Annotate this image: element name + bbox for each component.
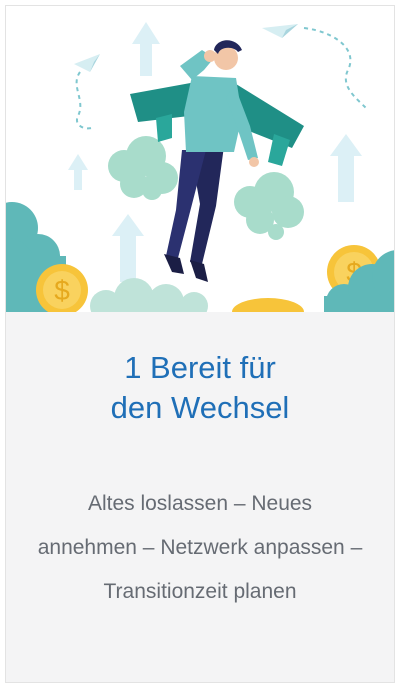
card-title: 1 Bereit für den Wechsel bbox=[6, 348, 394, 428]
cloud-icon bbox=[234, 172, 304, 240]
svg-text:$: $ bbox=[54, 275, 70, 306]
card-title-line-2: den Wechsel bbox=[110, 390, 290, 425]
card-content: 1 Bereit für den Wechsel Altes loslassen… bbox=[6, 312, 394, 682]
paper-plane-icon bbox=[74, 54, 100, 130]
card-title-line-1: 1 Bereit für bbox=[124, 350, 276, 385]
dollar-coin-icon bbox=[232, 298, 304, 312]
cloud-icon bbox=[90, 278, 208, 312]
hero-illustration: $ $ bbox=[6, 6, 394, 312]
arrow-up-icon bbox=[132, 22, 160, 76]
man-figure bbox=[164, 40, 259, 282]
cloud-icon bbox=[108, 136, 178, 200]
jetpack-man-illustration: $ $ bbox=[6, 22, 394, 312]
arrow-up-icon bbox=[330, 134, 362, 202]
card-description: Altes loslassen – Neues annehmen – Netzw… bbox=[37, 492, 363, 603]
arrow-up-icon bbox=[112, 214, 144, 282]
arrow-up-icon bbox=[68, 154, 88, 190]
feature-card: $ $ bbox=[5, 5, 395, 683]
paper-plane-icon bbox=[262, 24, 367, 109]
